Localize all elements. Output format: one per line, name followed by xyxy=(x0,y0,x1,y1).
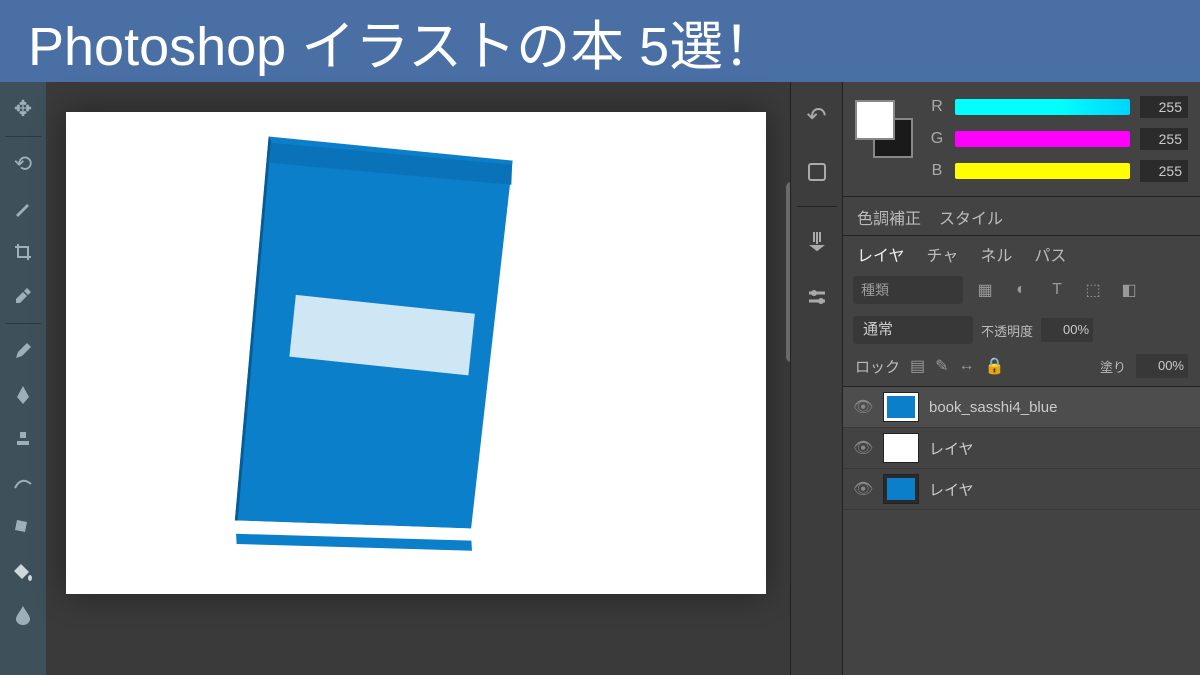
filter-smart-icon[interactable]: ◧ xyxy=(1115,276,1143,304)
blend-opacity-row: 通常 不透明度 00% xyxy=(843,310,1200,350)
right-panel-group: R 255 G 255 B 255 色調補正 スタイル xyxy=(842,82,1200,675)
tab-channels-2[interactable]: ネル xyxy=(980,242,1012,266)
blend-mode-value: 通常 xyxy=(863,321,893,338)
layer-row[interactable]: 👁 book_sasshi4_blue xyxy=(843,387,1200,428)
filter-shape-icon[interactable]: ⬚ xyxy=(1079,276,1107,304)
separator xyxy=(5,323,41,324)
adjustments-tabs: 色調補正 スタイル xyxy=(843,197,1200,235)
r-slider[interactable] xyxy=(955,99,1130,115)
opacity-label: 不透明度 xyxy=(981,321,1033,340)
g-value[interactable]: 255 xyxy=(1140,128,1188,150)
lock-pixels-icon[interactable]: ✎ xyxy=(935,356,948,376)
tab-styles[interactable]: スタイル xyxy=(939,205,1003,229)
lock-label: ロック xyxy=(855,356,900,377)
brush-preset-icon[interactable] xyxy=(797,219,837,263)
g-label: G xyxy=(929,130,945,148)
tool-palette: ✥ ⟲ xyxy=(0,82,46,675)
canvas-area xyxy=(46,82,786,675)
eyedropper-tool-icon[interactable] xyxy=(3,275,43,317)
rgb-sliders: R 255 G 255 B 255 xyxy=(929,92,1188,182)
b-label: B xyxy=(929,162,945,180)
layer-name: レイヤ xyxy=(929,438,1190,459)
opacity-value[interactable]: 00% xyxy=(1041,318,1093,342)
page-title: Photoshop イラストの本 5選！ xyxy=(28,2,777,81)
g-slider[interactable] xyxy=(955,131,1130,147)
tab-adjustments[interactable]: 色調補正 xyxy=(857,205,921,229)
filter-adjust-icon[interactable]: ◐ xyxy=(1007,276,1035,304)
tab-paths[interactable]: パス xyxy=(1034,242,1066,266)
pencil-tool-icon[interactable] xyxy=(3,330,43,372)
pen-tool-icon[interactable] xyxy=(3,374,43,416)
layer-thumbnail[interactable] xyxy=(883,433,919,463)
lasso-tool-icon[interactable]: ⟲ xyxy=(3,143,43,185)
photoshop-workspace: ✥ ⟲ xyxy=(0,82,1200,675)
brush-tool-icon[interactable] xyxy=(3,187,43,229)
tab-channels-1[interactable]: チャ xyxy=(927,242,959,266)
fill-label: 塗り xyxy=(1100,357,1126,376)
filter-image-icon[interactable]: ▦ xyxy=(971,276,999,304)
blur-tool-icon[interactable] xyxy=(3,594,43,636)
visibility-icon[interactable]: 👁 xyxy=(853,438,873,458)
book-illustration xyxy=(186,122,546,562)
lock-transparent-icon[interactable]: ▤ xyxy=(910,356,925,376)
document-canvas[interactable] xyxy=(66,112,766,594)
r-value[interactable]: 255 xyxy=(1140,96,1188,118)
lock-position-icon[interactable]: ↔ xyxy=(959,357,975,375)
layer-thumbnail[interactable] xyxy=(883,392,919,422)
filter-type-icon[interactable]: T xyxy=(1043,276,1071,304)
filter-label: 種類 xyxy=(861,282,889,298)
color-panel: R 255 G 255 B 255 xyxy=(843,82,1200,197)
brush-settings-icon[interactable] xyxy=(797,275,837,319)
layer-thumbnail[interactable] xyxy=(883,474,919,504)
b-value[interactable]: 255 xyxy=(1140,160,1188,182)
path-tool-icon[interactable] xyxy=(3,462,43,504)
r-label: R xyxy=(929,98,945,116)
move-tool-icon[interactable]: ✥ xyxy=(3,88,43,130)
tab-layers[interactable]: レイヤ xyxy=(857,242,905,266)
smudge-tool-icon[interactable] xyxy=(3,506,43,548)
crop-tool-icon[interactable] xyxy=(3,231,43,273)
history-icon[interactable]: ↶ xyxy=(797,94,837,138)
visibility-icon[interactable]: 👁 xyxy=(853,479,873,499)
layer-list: 👁 book_sasshi4_blue 👁 レイヤ 👁 レイヤ xyxy=(843,387,1200,510)
fill-value[interactable]: 00% xyxy=(1136,354,1188,378)
layer-name: book_sasshi4_blue xyxy=(929,399,1190,416)
layer-row[interactable]: 👁 レイヤ xyxy=(843,469,1200,510)
layer-filter-select[interactable]: 種類 xyxy=(853,276,963,304)
visibility-icon[interactable]: 👁 xyxy=(853,397,873,417)
char-icon[interactable] xyxy=(797,150,837,194)
separator xyxy=(797,206,837,207)
lock-all-icon[interactable]: 🔒 xyxy=(985,356,1005,376)
layer-name: レイヤ xyxy=(929,479,1190,500)
collapsed-panel-dock: ↶ xyxy=(790,82,842,675)
blend-mode-select[interactable]: 通常 xyxy=(853,316,973,344)
stamp-tool-icon[interactable] xyxy=(3,418,43,460)
title-banner: Photoshop イラストの本 5選！ xyxy=(0,0,1200,82)
foreground-color-swatch[interactable] xyxy=(855,100,895,140)
separator xyxy=(5,136,41,137)
b-slider[interactable] xyxy=(955,163,1130,179)
layer-filter-row: 種類 ▦ ◐ T ⬚ ◧ xyxy=(843,270,1200,310)
lock-row: ロック ▤ ✎ ↔ 🔒 塗り 00% xyxy=(843,350,1200,387)
bucket-tool-icon[interactable] xyxy=(3,550,43,592)
layer-row[interactable]: 👁 レイヤ xyxy=(843,428,1200,469)
layers-tabs: レイヤ チャ ネル パス xyxy=(843,235,1200,270)
fg-bg-swatches[interactable] xyxy=(855,100,911,156)
